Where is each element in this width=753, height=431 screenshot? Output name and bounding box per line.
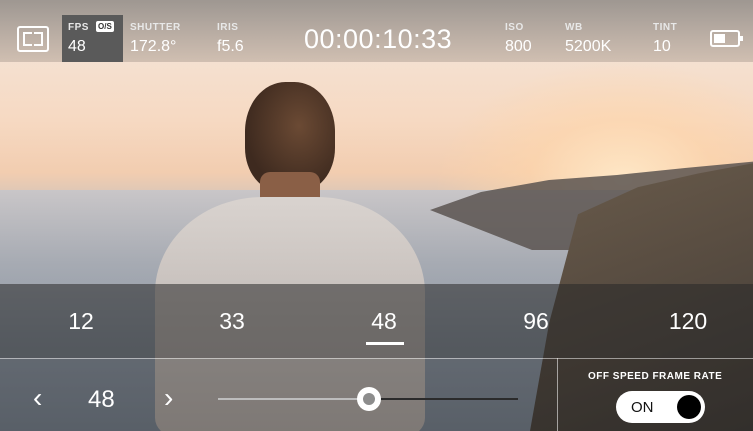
preset-12[interactable]: 12 [46,308,116,335]
off-speed-label: OFF SPEED FRAME RATE [588,371,723,382]
slider-track-filled[interactable] [218,398,366,400]
iso-value[interactable]: 800 [505,38,532,56]
frame-guides-icon[interactable] [17,26,49,52]
chevron-right-icon[interactable]: › [164,384,173,412]
timecode: 00:00:10:33 [304,24,453,54]
toggle-knob [677,395,701,419]
wb-value[interactable]: 5200K [565,38,611,56]
shutter-value[interactable]: 172.8° [130,38,176,56]
iris-value[interactable]: f5.6 [217,38,244,56]
slider-track[interactable] [376,398,518,400]
tint-value[interactable]: 10 [653,38,671,56]
divider [557,358,558,431]
shutter-label: SHUTTER [130,22,181,33]
selected-preset-indicator [366,342,404,345]
divider [0,358,753,359]
preset-96[interactable]: 96 [501,308,571,335]
preset-120[interactable]: 120 [653,308,723,335]
battery-icon [710,30,743,47]
frame-rate-presets: 12 33 48 96 120 [0,284,753,358]
iso-label: ISO [505,22,524,33]
status-bar: FPS O/S 48 SHUTTER 172.8° IRIS f5.6 00:0… [0,0,753,62]
off-speed-toggle[interactable]: ON [616,391,705,423]
preset-33[interactable]: 33 [197,308,267,335]
fps-label: FPS [68,22,89,33]
frame-rate-value: 48 [88,386,115,413]
off-speed-badge: O/S [96,21,114,32]
toggle-label: ON [631,399,654,416]
tint-label: TINT [653,22,678,33]
preset-48[interactable]: 48 [349,308,419,335]
wb-label: WB [565,22,583,33]
iris-label: IRIS [217,22,239,33]
fps-value: 48 [68,38,86,55]
chevron-left-icon[interactable]: ‹ [33,384,42,412]
frame-rate-slider-handle[interactable] [357,387,381,411]
camera-screen: FPS O/S 48 SHUTTER 172.8° IRIS f5.6 00:0… [0,0,753,431]
